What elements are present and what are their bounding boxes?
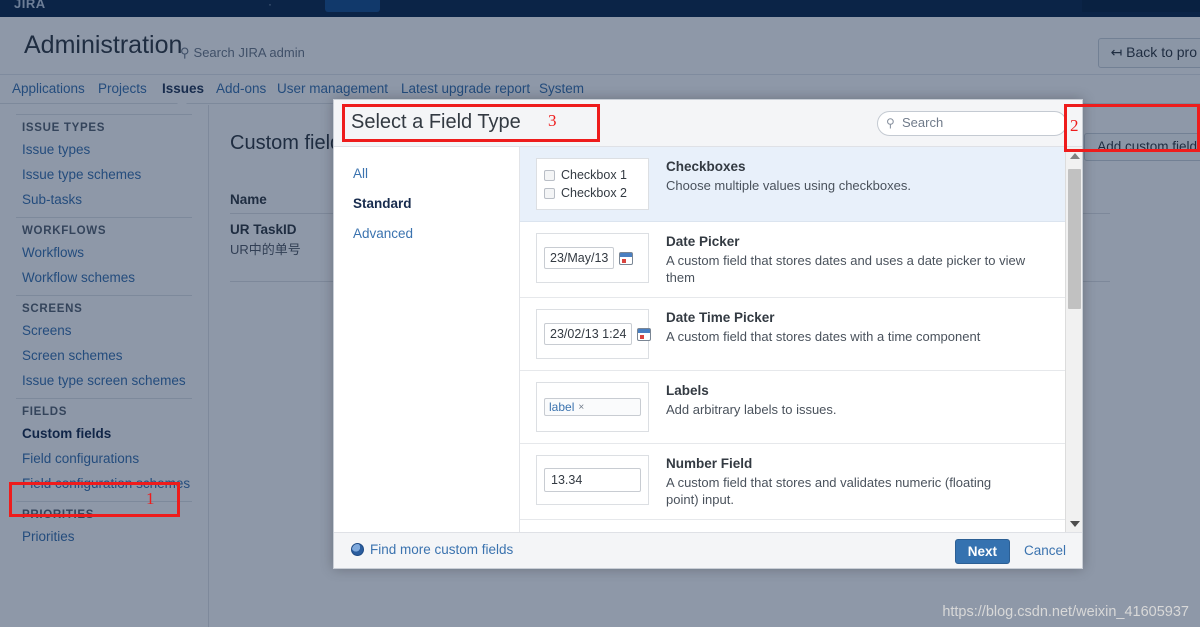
annotation-number-2: 2 — [1070, 116, 1079, 135]
preview-checkbox-row: Checkbox 1 — [544, 168, 641, 182]
search-icon: ⚲ — [886, 116, 895, 130]
checkbox-icon — [544, 169, 555, 181]
field-type-option-labels[interactable]: label × Labels Add arbitrary labels to i… — [520, 371, 1082, 444]
annotation-number-1: 1 — [146, 489, 155, 508]
preview-checkbox-row: Checkbox 2 — [544, 186, 641, 200]
scroll-up-arrow-icon[interactable] — [1066, 147, 1083, 164]
field-type-text: Labels Add arbitrary labels to issues. — [666, 382, 837, 418]
field-type-text: Date Picker A custom field that stores d… — [666, 233, 1026, 286]
select-field-type-dialog: Select a Field Type ⚲ Search All Standard… — [333, 99, 1083, 569]
dialog-search-input[interactable]: ⚲ Search — [877, 111, 1067, 136]
field-type-name: Number Field — [666, 456, 753, 471]
field-type-description: Add arbitrary labels to issues. — [666, 402, 837, 417]
field-type-option-date-time-picker[interactable]: 23/02/13 1:24 Date Time Picker A custom … — [520, 298, 1082, 371]
preview-date-input-row: 23/May/13 — [544, 247, 641, 269]
field-type-description: A custom field that stores dates and use… — [666, 253, 1026, 285]
dialog-body: All Standard Advanced Checkbox 1 Checkbo… — [334, 147, 1082, 532]
field-type-description: Choose multiple values using checkboxes. — [666, 178, 911, 193]
field-type-text: Date Time Picker A custom field that sto… — [666, 309, 980, 345]
labels-preview: label × — [536, 382, 649, 432]
preview-number-value: 13.34 — [544, 468, 641, 492]
scrollbar-thumb[interactable] — [1068, 169, 1081, 309]
field-type-option-number-field[interactable]: 13.34 Number Field A custom field that s… — [520, 444, 1082, 520]
watermark: https://blog.csdn.net/weixin_41605937 — [942, 604, 1189, 620]
checkboxes-preview: Checkbox 1 Checkbox 2 — [536, 158, 649, 210]
cancel-button[interactable]: Cancel — [1024, 543, 1066, 558]
dialog-header: Select a Field Type ⚲ Search — [334, 100, 1082, 147]
filter-advanced[interactable]: Advanced — [353, 226, 519, 241]
field-type-name: Date Picker — [666, 234, 740, 249]
preview-date-value: 23/May/13 — [544, 247, 615, 269]
field-type-description: A custom field that stores and validates… — [666, 475, 992, 507]
dialog-filter-list: All Standard Advanced — [334, 147, 520, 532]
number-field-preview: 13.34 — [536, 455, 649, 505]
find-more-custom-fields-link[interactable]: Find more custom fields — [351, 542, 513, 557]
dialog-title: Select a Field Type — [351, 111, 521, 133]
close-icon: × — [578, 401, 585, 413]
field-type-description: A custom field that stores dates with a … — [666, 329, 981, 344]
preview-date-input-row: 23/02/13 1:24 — [544, 323, 652, 345]
preview-checkbox-label: Checkbox 1 — [561, 168, 628, 182]
field-type-name: Labels — [666, 383, 709, 398]
dialog-search-placeholder: Search — [902, 115, 944, 130]
screen: JIRA · Administration ⚲ Search JIRA admin… — [0, 0, 1200, 627]
preview-label-chip: label × — [544, 398, 641, 416]
next-button[interactable]: Next — [954, 539, 1010, 564]
find-more-label: Find more custom fields — [370, 542, 514, 557]
field-type-list[interactable]: Checkbox 1 Checkbox 2 Checkboxes Choose … — [520, 147, 1082, 532]
field-type-name: Checkboxes — [666, 159, 746, 174]
calendar-icon — [619, 251, 634, 265]
date-time-picker-preview: 23/02/13 1:24 — [536, 309, 652, 359]
scroll-down-arrow-icon[interactable] — [1066, 515, 1083, 532]
field-type-option-date-picker[interactable]: 23/May/13 Date Picker A custom field tha… — [520, 222, 1082, 298]
field-type-option-checkboxes[interactable]: Checkbox 1 Checkbox 2 Checkboxes Choose … — [520, 147, 1082, 222]
calendar-icon — [637, 327, 652, 341]
annotation-number-3: 3 — [548, 111, 557, 130]
preview-datetime-value: 23/02/13 1:24 — [544, 323, 633, 345]
checkbox-icon — [544, 187, 555, 199]
preview-label-text: label — [549, 400, 575, 414]
field-type-list-scrollbar[interactable] — [1065, 147, 1082, 532]
field-type-name: Date Time Picker — [666, 310, 775, 325]
field-type-text: Checkboxes Choose multiple values using … — [666, 158, 911, 194]
filter-standard[interactable]: Standard — [353, 196, 519, 211]
dialog-footer: Find more custom fields Next Cancel — [334, 532, 1082, 568]
filter-all[interactable]: All — [353, 166, 519, 181]
date-picker-preview: 23/May/13 — [536, 233, 649, 283]
field-type-text: Number Field A custom field that stores … — [666, 455, 1026, 508]
globe-icon — [351, 543, 364, 556]
preview-checkbox-label: Checkbox 2 — [561, 186, 628, 200]
